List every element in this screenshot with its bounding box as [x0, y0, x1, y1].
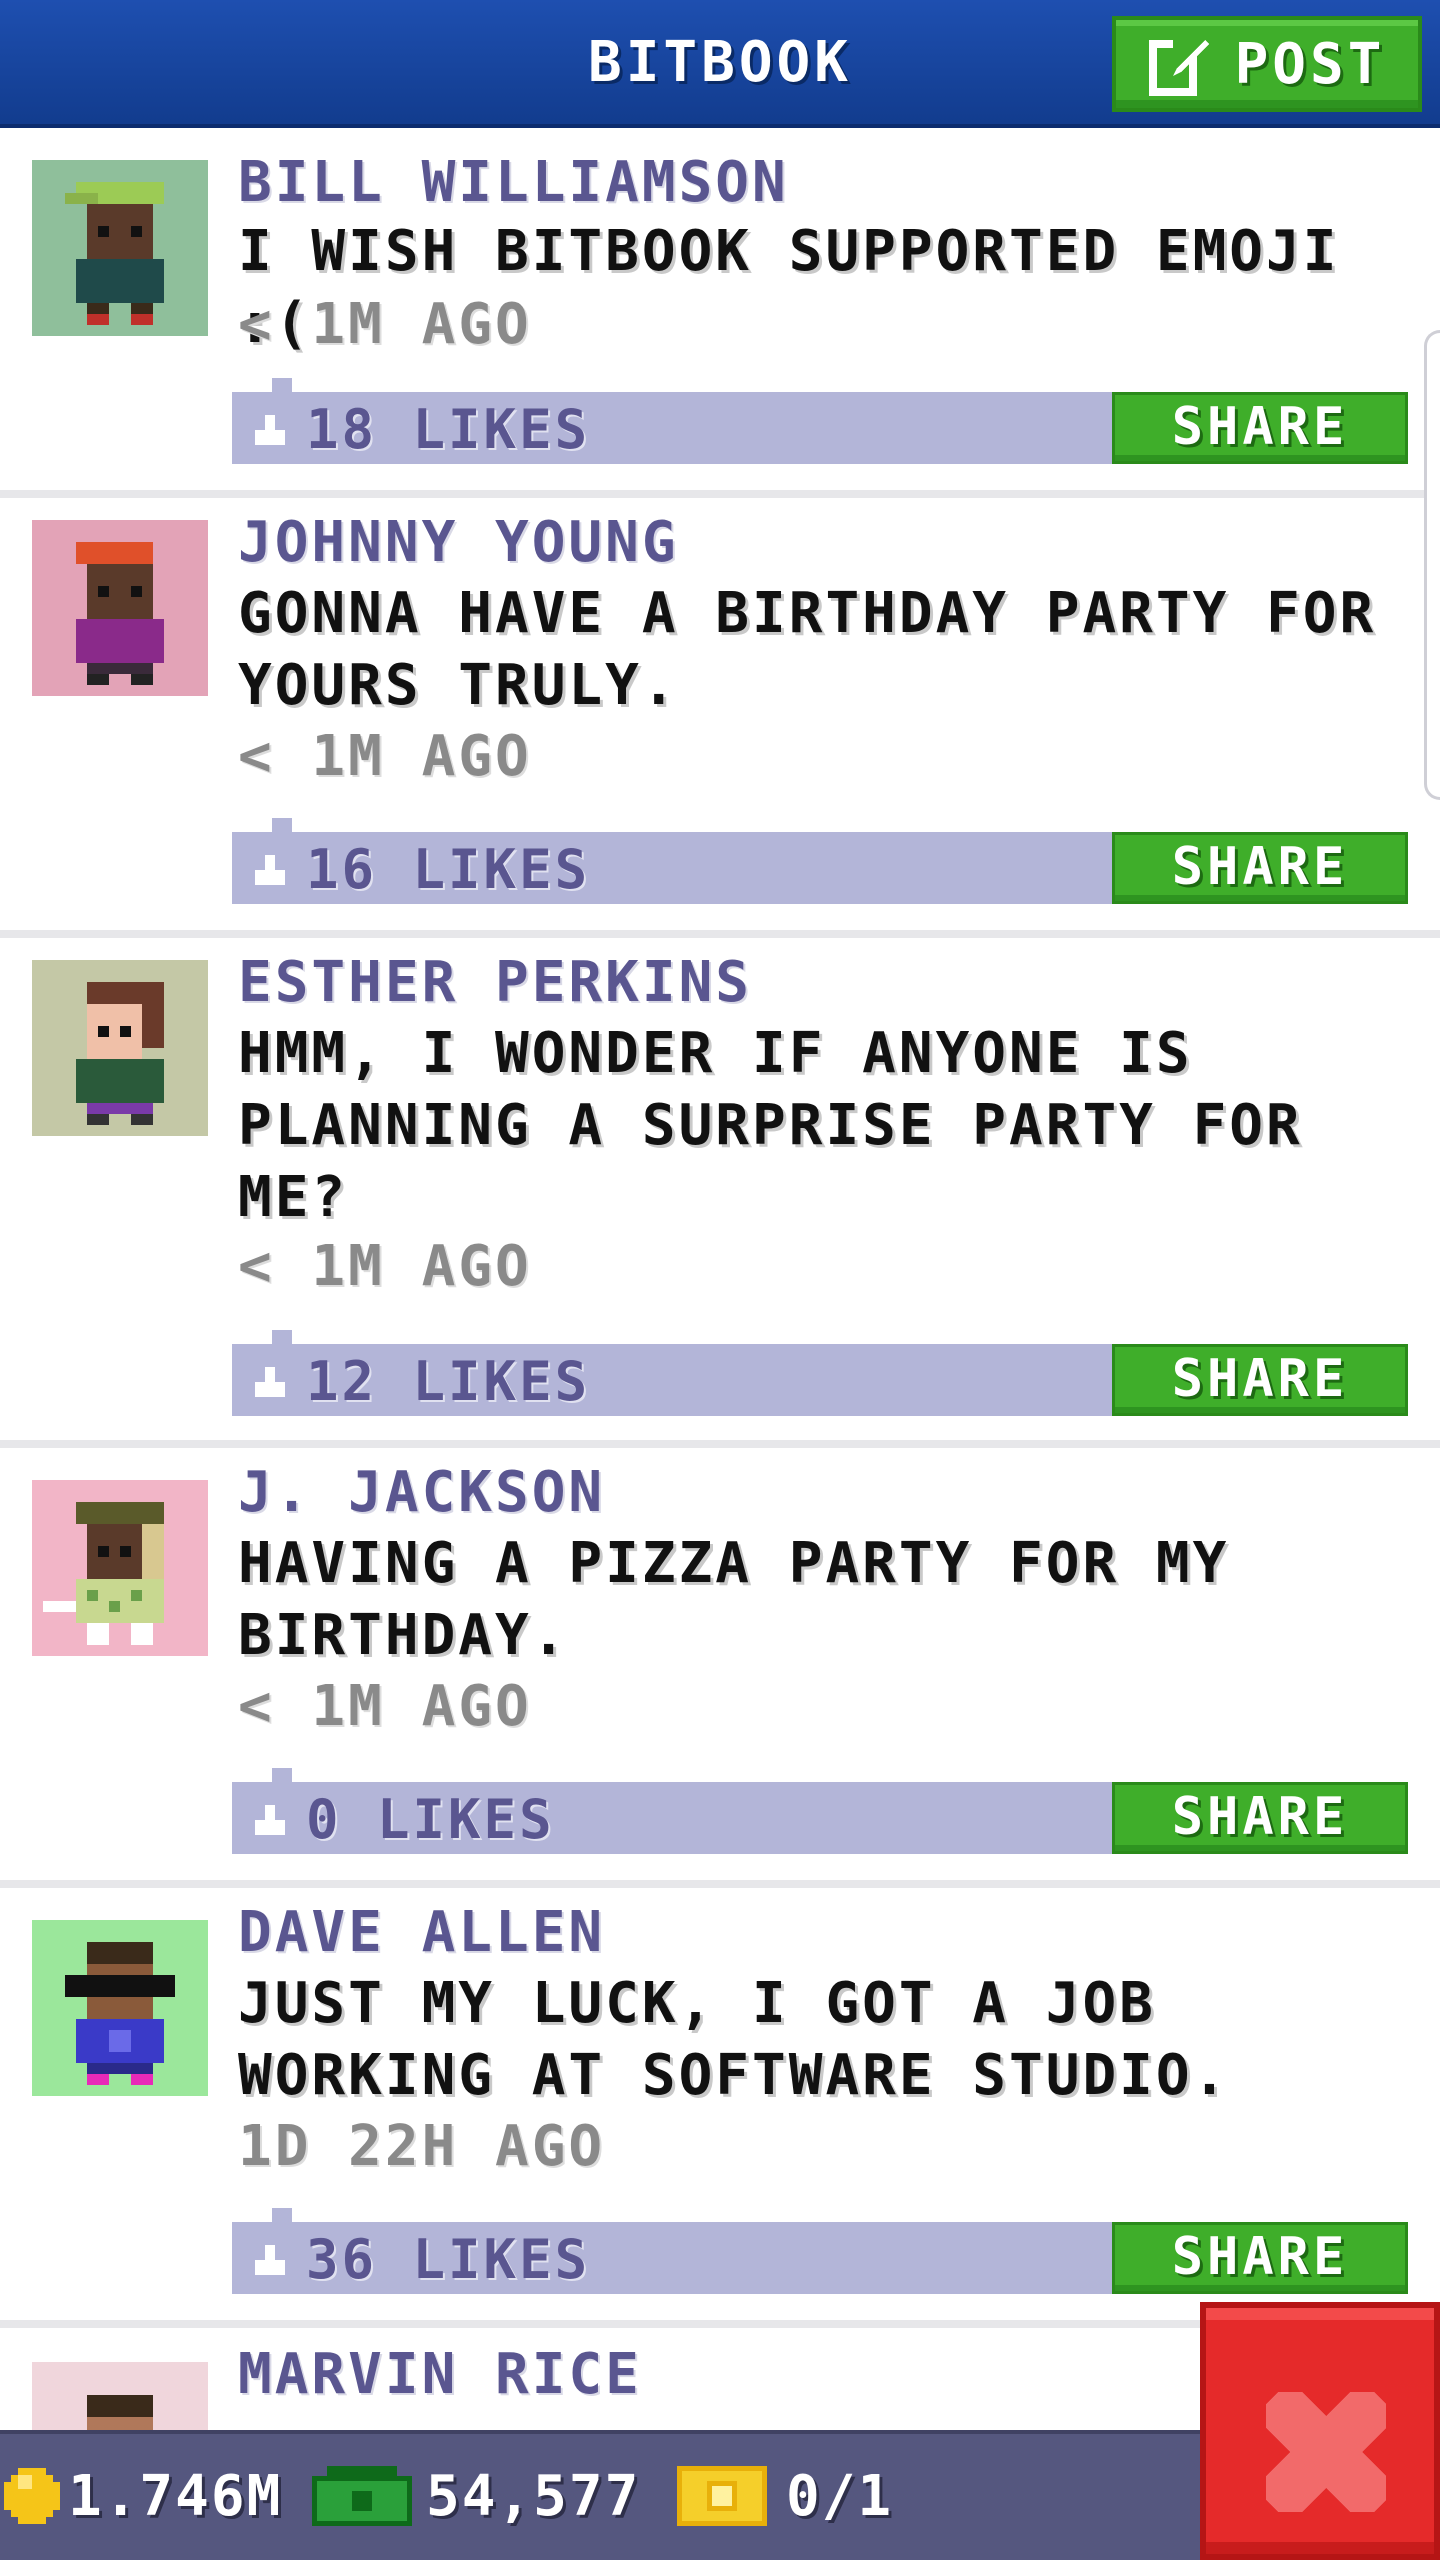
- post-text: HMM, I WONDER IF ANYONE IS PLANNING A SU…: [238, 1021, 1303, 1230]
- share-button[interactable]: SHARE: [1112, 2222, 1408, 2294]
- likes-count: 18 LIKES: [306, 398, 591, 461]
- share-button[interactable]: SHARE: [1112, 832, 1408, 904]
- feed-post: ESTHER PERKINS HMM, I WONDER IF ANYONE I…: [0, 938, 1440, 1440]
- cash-value: 54,577: [426, 2463, 641, 2529]
- likes-bar-pointer: [272, 378, 292, 392]
- feed-post: J. JACKSON HAVING A PIZZA PARTY FOR MY B…: [0, 1448, 1440, 1880]
- coin-icon: [4, 2468, 60, 2524]
- post-author[interactable]: JOHNNY YOUNG: [238, 510, 679, 575]
- coins-stat: 1.746M: [4, 2456, 282, 2536]
- coins-value: 1.746M: [68, 2463, 283, 2529]
- avatar: [32, 2362, 208, 2430]
- avatar-image: [32, 1480, 208, 1656]
- post-time: < 1M AGO: [238, 1674, 532, 1739]
- likes-count: 0 LIKES: [306, 1788, 555, 1851]
- share-button[interactable]: SHARE: [1112, 1782, 1408, 1854]
- post-author[interactable]: BILL WILLIAMSON: [238, 150, 789, 215]
- tickets-value: 0/1: [786, 2463, 894, 2529]
- likes-bar-pointer: [272, 2208, 292, 2222]
- avatar-image: [32, 960, 208, 1136]
- post-author[interactable]: MARVIN RICE: [238, 2342, 642, 2407]
- avatar-image: [32, 2362, 208, 2430]
- app-header: BITBOOK POST: [0, 0, 1440, 128]
- likes-count: 12 LIKES: [306, 1350, 591, 1413]
- thumbs-up-icon: [255, 1805, 285, 1835]
- ticket-icon: [677, 2466, 767, 2526]
- post-author[interactable]: DAVE ALLEN: [238, 1900, 605, 1965]
- post-text: GONNA HAVE A BIRTHDAY PARTY FOR YOURS TR…: [238, 581, 1377, 718]
- avatar: [32, 520, 208, 696]
- likes-count: 36 LIKES: [306, 2228, 591, 2291]
- avatar: [32, 960, 208, 1136]
- share-button[interactable]: SHARE: [1112, 1344, 1408, 1416]
- thumbs-up-icon: [255, 855, 285, 885]
- close-button[interactable]: [1200, 2302, 1440, 2560]
- post-divider: [0, 1880, 1440, 1888]
- post-time: < 1M AGO: [238, 292, 532, 357]
- post-divider: [0, 930, 1440, 938]
- avatar-image: [32, 1920, 208, 2096]
- avatar: [32, 1480, 208, 1656]
- thumbs-up-icon: [255, 1367, 285, 1397]
- avatar-image: [32, 520, 208, 696]
- post-time: < 1M AGO: [238, 724, 532, 789]
- cash-icon: [312, 2466, 412, 2526]
- post-text: JUST MY LUCK, I GOT A JOB WORKING AT SOF…: [238, 1971, 1230, 2108]
- post-text: HAVING A PIZZA PARTY FOR MY BIRTHDAY.: [238, 1531, 1230, 1668]
- avatar-image: [32, 160, 208, 336]
- avatar: [32, 1920, 208, 2096]
- post-author[interactable]: ESTHER PERKINS: [238, 950, 752, 1015]
- likes-bar-pointer: [272, 1330, 292, 1344]
- post-button[interactable]: POST: [1112, 16, 1422, 112]
- post-author[interactable]: J. JACKSON: [238, 1460, 605, 1525]
- post-divider: [0, 490, 1440, 498]
- avatar: [32, 160, 208, 336]
- post-divider: [0, 1440, 1440, 1448]
- feed-post: BILL WILLIAMSON I WISH BITBOOK SUPPORTED…: [0, 132, 1440, 490]
- post-time: 1D 22H AGO: [238, 2114, 606, 2179]
- likes-bar-pointer: [272, 1768, 292, 1782]
- close-icon: [1266, 2392, 1386, 2512]
- post-button-label: POST: [1234, 31, 1386, 97]
- scroll-indicator[interactable]: [1424, 330, 1440, 800]
- feed-post: JOHNNY YOUNG GONNA HAVE A BIRTHDAY PARTY…: [0, 498, 1440, 930]
- feed-post: DAVE ALLEN JUST MY LUCK, I GOT A JOB WOR…: [0, 1888, 1440, 2320]
- share-button[interactable]: SHARE: [1112, 392, 1408, 464]
- thumbs-up-icon: [255, 2245, 285, 2275]
- post-time: < 1M AGO: [238, 1234, 532, 1299]
- edit-icon: [1148, 36, 1209, 96]
- cash-stat: 54,577: [312, 2456, 640, 2536]
- likes-bar-pointer: [272, 818, 292, 832]
- likes-count: 16 LIKES: [306, 838, 591, 901]
- tickets-stat: 0/1: [676, 2456, 893, 2536]
- thumbs-up-icon: [255, 415, 285, 445]
